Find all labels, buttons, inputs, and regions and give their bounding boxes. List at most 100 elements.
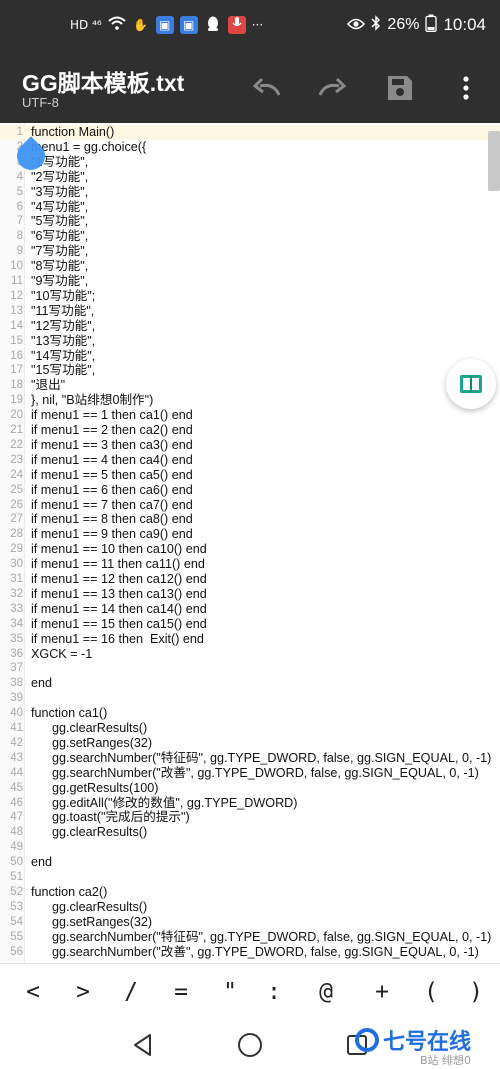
code-line[interactable]: 30 if menu1 == 11 then ca11() end — [0, 557, 500, 572]
code-line[interactable]: 49 — [0, 840, 500, 855]
symbol-key[interactable]: = — [163, 974, 199, 1010]
code-line[interactable]: 51 — [0, 870, 500, 885]
code-line[interactable]: 55 gg.searchNumber("特征码", gg.TYPE_DWORD,… — [0, 930, 500, 945]
code-line[interactable]: 50 end — [0, 855, 500, 870]
code-line[interactable]: 8 "6写功能", — [0, 229, 500, 244]
code-line[interactable]: 17 "15写功能", — [0, 363, 500, 378]
code-text[interactable]: "3写功能", — [31, 185, 88, 200]
code-line[interactable]: 52 function ca2() — [0, 885, 500, 900]
symbol-key[interactable]: " — [212, 974, 248, 1010]
code-text[interactable]: gg.toast("完成后的提示") — [31, 810, 190, 825]
code-line[interactable]: 19}, nil, "B站绯想0制作") — [0, 393, 500, 408]
code-text[interactable]: if menu1 == 6 then ca6() end — [31, 483, 193, 498]
symbol-key[interactable]: ) — [458, 974, 494, 1010]
code-line[interactable]: 31 if menu1 == 12 then ca12() end — [0, 572, 500, 587]
code-text[interactable]: gg.clearResults() — [31, 721, 147, 736]
code-text[interactable]: "15写功能", — [31, 363, 95, 378]
code-text[interactable]: function ca2() — [31, 885, 107, 900]
code-line[interactable]: 33 if menu1 == 14 then ca14() end — [0, 602, 500, 617]
code-line[interactable]: 2menu1 = gg.choice({ — [0, 140, 500, 155]
code-line[interactable]: 56 gg.searchNumber("改善", gg.TYPE_DWORD, … — [0, 945, 500, 960]
save-button[interactable] — [380, 68, 420, 108]
symbol-key[interactable]: > — [65, 974, 101, 1010]
code-text[interactable]: if menu1 == 10 then ca10() end — [31, 542, 207, 557]
code-editor[interactable]: 1 function Main()2menu1 = gg.choice({3"1写… — [0, 123, 500, 963]
code-text[interactable]: if menu1 == 7 then ca7() end — [31, 498, 193, 513]
code-line[interactable]: 23 if menu1 == 4 then ca4() end — [0, 453, 500, 468]
more-options-button[interactable] — [446, 68, 486, 108]
code-line[interactable]: 3"1写功能", — [0, 155, 500, 170]
code-text[interactable]: "4写功能", — [31, 200, 88, 215]
code-text[interactable]: gg.searchNumber("特征码", gg.TYPE_DWORD, fa… — [31, 751, 491, 766]
scrollbar[interactable] — [488, 123, 500, 963]
code-line[interactable]: 13 "11写功能", — [0, 304, 500, 319]
code-text[interactable]: gg.searchNumber("特征码", gg.TYPE_DWORD, fa… — [31, 930, 491, 945]
code-line[interactable]: 11 "9写功能", — [0, 274, 500, 289]
code-line[interactable]: 46 gg.editAll("修改的数值", gg.TYPE_DWORD) — [0, 796, 500, 811]
code-line[interactable]: 47 gg.toast("完成后的提示") — [0, 810, 500, 825]
code-text[interactable]: gg.searchNumber("改善", gg.TYPE_DWORD, fal… — [31, 945, 479, 960]
code-line[interactable]: 43 gg.searchNumber("特征码", gg.TYPE_DWORD,… — [0, 751, 500, 766]
code-text[interactable]: "2写功能", — [31, 170, 88, 185]
code-line[interactable]: 6 "4写功能", — [0, 200, 500, 215]
code-line[interactable]: 48 gg.clearResults() — [0, 825, 500, 840]
code-text[interactable]: gg.setRanges(32) — [31, 915, 152, 930]
code-text[interactable]: if menu1 == 8 then ca8() end — [31, 512, 193, 527]
code-text[interactable]: gg.setRanges(32) — [31, 736, 152, 751]
code-text[interactable]: function Main() — [31, 125, 114, 140]
code-line[interactable]: 32 if menu1 == 13 then ca13() end — [0, 587, 500, 602]
code-text[interactable]: gg.clearResults() — [31, 825, 147, 840]
code-line[interactable]: 29 if menu1 == 10 then ca10() end — [0, 542, 500, 557]
code-text[interactable]: "10写功能"; — [31, 289, 95, 304]
code-text[interactable]: "5写功能", — [31, 214, 88, 229]
code-text[interactable]: if menu1 == 1 then ca1() end — [31, 408, 193, 423]
code-line[interactable]: 4 "2写功能", — [0, 170, 500, 185]
code-text[interactable]: gg.clearResults() — [31, 900, 147, 915]
symbol-key[interactable]: < — [15, 974, 51, 1010]
code-text[interactable]: "9写功能", — [31, 274, 88, 289]
code-line[interactable]: 22 if menu1 == 3 then ca3() end — [0, 438, 500, 453]
code-line[interactable]: 38 end — [0, 676, 500, 691]
code-line[interactable]: 18 "退出" — [0, 378, 500, 393]
code-line[interactable]: 24 if menu1 == 5 then ca5() end — [0, 468, 500, 483]
code-text[interactable]: "11写功能", — [31, 304, 94, 319]
code-line[interactable]: 12 "10写功能"; — [0, 289, 500, 304]
floating-tool-button[interactable] — [446, 359, 496, 409]
code-text[interactable]: "13写功能", — [31, 334, 95, 349]
code-line[interactable]: 9 "7写功能", — [0, 244, 500, 259]
redo-button[interactable] — [312, 68, 352, 108]
symbol-key[interactable]: : — [256, 974, 292, 1010]
code-text[interactable]: menu1 = gg.choice({ — [31, 140, 146, 155]
code-line[interactable]: 45 gg.getResults(100) — [0, 781, 500, 796]
code-text[interactable]: if menu1 == 13 then ca13() end — [31, 587, 207, 602]
code-line[interactable]: 36 XGCK = -1 — [0, 647, 500, 662]
code-text[interactable]: if menu1 == 4 then ca4() end — [31, 453, 193, 468]
code-text[interactable]: if menu1 == 12 then ca12() end — [31, 572, 207, 587]
code-text[interactable]: "14写功能", — [31, 349, 95, 364]
code-text[interactable]: end — [31, 855, 52, 870]
symbol-key[interactable]: / — [113, 974, 149, 1010]
code-line[interactable]: 7 "5写功能", — [0, 214, 500, 229]
code-line[interactable]: 42 gg.setRanges(32) — [0, 736, 500, 751]
code-text[interactable]: gg.editAll("修改的数值", gg.TYPE_DWORD) — [31, 796, 297, 811]
code-text[interactable]: "8写功能", — [31, 259, 88, 274]
code-line[interactable]: 5 "3写功能", — [0, 185, 500, 200]
symbol-key[interactable]: @ — [308, 974, 344, 1010]
home-button[interactable] — [233, 1028, 267, 1062]
code-text[interactable]: end — [31, 676, 52, 691]
symbol-key[interactable]: ( — [413, 974, 449, 1010]
code-line[interactable]: 53 gg.clearResults() — [0, 900, 500, 915]
back-button[interactable] — [126, 1028, 160, 1062]
code-text[interactable]: if menu1 == 9 then ca9() end — [31, 527, 193, 542]
code-text[interactable]: "12写功能", — [31, 319, 95, 334]
code-text[interactable]: if menu1 == 16 then Exit() end — [31, 632, 204, 647]
code-line[interactable]: 15 "13写功能", — [0, 334, 500, 349]
code-text[interactable]: "退出" — [31, 378, 65, 393]
code-line[interactable]: 20 if menu1 == 1 then ca1() end — [0, 408, 500, 423]
code-text[interactable]: function ca1() — [31, 706, 107, 721]
code-line[interactable]: 44 gg.searchNumber("改善", gg.TYPE_DWORD, … — [0, 766, 500, 781]
code-line[interactable]: 25 if menu1 == 6 then ca6() end — [0, 483, 500, 498]
code-line[interactable]: 39 — [0, 691, 500, 706]
code-line[interactable]: 14 "12写功能", — [0, 319, 500, 334]
code-line[interactable]: 34 if menu1 == 15 then ca15() end — [0, 617, 500, 632]
